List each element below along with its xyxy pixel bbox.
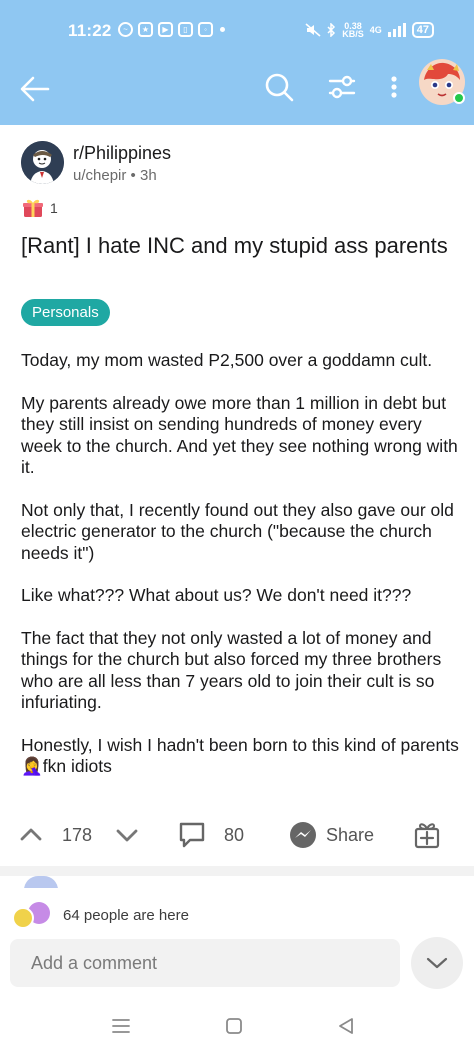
presence-text: 64 people are here bbox=[63, 906, 189, 924]
presence-row: 64 people are here bbox=[10, 900, 189, 930]
sort-filter-button[interactable] bbox=[324, 70, 360, 104]
post-paragraph: Today, my mom wasted P2,500 over a godda… bbox=[21, 350, 433, 370]
chevron-down-icon bbox=[426, 957, 448, 969]
award-row[interactable]: 1 bbox=[22, 198, 58, 218]
signal-icon bbox=[387, 23, 406, 37]
status-time: 11:22 bbox=[68, 21, 112, 40]
network-type: 4G bbox=[369, 25, 382, 35]
settings-notification-icon: ◦ bbox=[198, 22, 213, 37]
comment-count: 80 bbox=[224, 825, 245, 845]
bluetooth-icon bbox=[327, 23, 336, 37]
comment-bubble-icon bbox=[179, 822, 205, 848]
search-icon bbox=[265, 73, 294, 102]
post-body: Today, my mom wasted P2,500 over a godda… bbox=[21, 350, 461, 799]
back-triangle-icon bbox=[339, 1018, 353, 1034]
search-button[interactable] bbox=[262, 70, 296, 104]
phone-app-icon: ▯ bbox=[178, 22, 193, 37]
back-button[interactable] bbox=[18, 72, 52, 106]
add-comment-input[interactable]: Add a comment bbox=[10, 939, 400, 987]
section-divider bbox=[0, 866, 474, 876]
presence-avatars bbox=[10, 900, 56, 930]
home-square-icon bbox=[226, 1018, 242, 1034]
post-paragraph: Not only that, I recently found out they… bbox=[21, 499, 454, 563]
upvote-arrow-icon bbox=[20, 828, 42, 841]
subreddit-avatar[interactable] bbox=[21, 141, 64, 184]
network-speed: 0.38 KB/S bbox=[342, 22, 364, 39]
status-bar: 11:22 ~ ★ ▶ ▯ ◦ 0.38 KB/S 4G 47 bbox=[0, 0, 474, 50]
battery-indicator: 47 bbox=[411, 22, 434, 38]
post-title: [Rant] I hate INC and my stupid ass pare… bbox=[21, 233, 448, 258]
online-status-dot bbox=[453, 92, 465, 104]
youtube-icon: ▶ bbox=[158, 22, 173, 37]
home-button[interactable] bbox=[222, 1014, 246, 1038]
app-notification-icon: ★ bbox=[138, 22, 153, 37]
status-indicators: 0.38 KB/S 4G 47 bbox=[305, 22, 434, 39]
recent-apps-button[interactable] bbox=[109, 1014, 133, 1038]
share-button[interactable]: Share bbox=[288, 820, 374, 850]
more-options-button[interactable] bbox=[384, 70, 404, 104]
subreddit-name[interactable]: r/Philippines bbox=[73, 143, 171, 164]
vote-score: 178 bbox=[62, 825, 93, 845]
post-flair[interactable]: Personals bbox=[21, 299, 110, 326]
post-paragraph: Honestly, I wish I hadn't been born to t… bbox=[21, 734, 459, 777]
share-label: Share bbox=[326, 824, 375, 845]
notification-icons: ~ ★ ▶ ▯ ◦ bbox=[118, 22, 225, 37]
award-button[interactable] bbox=[412, 819, 442, 851]
post-paragraph: Like what??? What about us? We don't nee… bbox=[21, 585, 412, 605]
meta-separator: • bbox=[130, 167, 136, 184]
network-speed-unit: KB/S bbox=[342, 29, 364, 39]
more-vertical-icon bbox=[391, 76, 397, 98]
post-paragraph: My parents already owe more than 1 milli… bbox=[21, 392, 458, 478]
post-author[interactable]: u/chepir bbox=[73, 167, 126, 184]
sliders-icon bbox=[328, 75, 356, 99]
messenger-icon: ~ bbox=[118, 22, 133, 37]
system-back-button[interactable] bbox=[334, 1014, 358, 1038]
more-notifications-icon bbox=[220, 27, 225, 32]
messenger-share-icon bbox=[290, 822, 316, 848]
post-action-bar: 178 80 Share bbox=[0, 815, 474, 859]
expand-comments-button[interactable] bbox=[411, 937, 463, 989]
system-nav-bar bbox=[0, 998, 474, 1053]
user-avatar-button[interactable] bbox=[418, 58, 466, 106]
award-count: 1 bbox=[50, 200, 58, 216]
comments-button[interactable] bbox=[176, 819, 208, 851]
downvote-button[interactable] bbox=[114, 823, 140, 847]
post-meta: u/chepir • 3h bbox=[73, 167, 157, 184]
upvote-button[interactable] bbox=[18, 823, 44, 847]
gift-box-icon bbox=[414, 823, 440, 849]
downvote-arrow-icon bbox=[116, 829, 138, 842]
mute-icon bbox=[305, 23, 321, 37]
subreddit-icon bbox=[21, 141, 64, 184]
gift-award-icon bbox=[23, 199, 43, 217]
presence-avatar bbox=[12, 907, 34, 929]
post-paragraph: The fact that they not only wasted a lot… bbox=[21, 627, 442, 713]
menu-lines-icon bbox=[112, 1019, 130, 1033]
post-age: 3h bbox=[139, 167, 157, 184]
app-bar bbox=[0, 50, 474, 125]
arrow-left-icon bbox=[20, 76, 50, 102]
